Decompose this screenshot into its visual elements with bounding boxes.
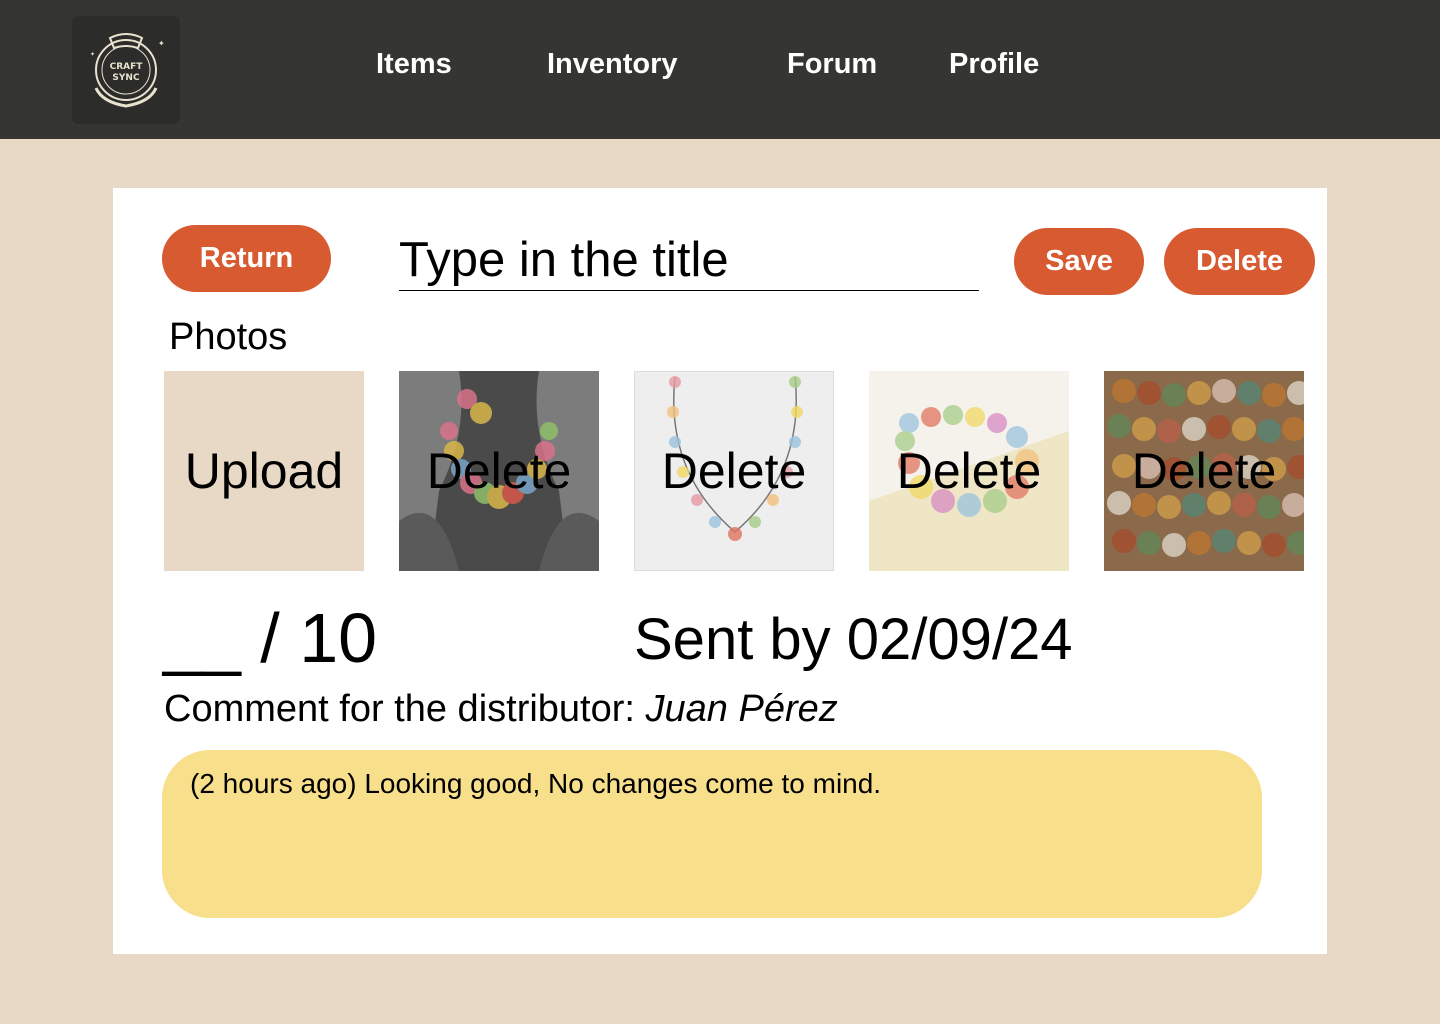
photo-thumbnail-2: Delete bbox=[634, 371, 834, 571]
logo-emblem-icon: CRAFT SYNC ✦ ✦ bbox=[90, 33, 165, 108]
logo-text-line2: SYNC bbox=[112, 73, 140, 83]
top-navigation-bar: CRAFT SYNC ✦ ✦ Items Inventory Forum Pro… bbox=[0, 0, 1440, 139]
photos-heading: Photos bbox=[169, 316, 288, 358]
delete-photo-1-button[interactable]: Delete bbox=[427, 442, 572, 500]
svg-text:✦: ✦ bbox=[158, 39, 165, 48]
comment-heading: Comment for the distributor: Juan Pérez bbox=[164, 688, 838, 731]
craft-sync-logo[interactable]: CRAFT SYNC ✦ ✦ bbox=[72, 16, 180, 124]
title-input[interactable] bbox=[399, 230, 979, 291]
nav-inventory[interactable]: Inventory bbox=[547, 48, 678, 81]
comment-author: Juan Pérez bbox=[645, 688, 838, 730]
delete-photo-3-button[interactable]: Delete bbox=[897, 442, 1042, 500]
comment-label-text: Comment for the distributor: bbox=[164, 688, 635, 730]
upload-label: Upload bbox=[184, 443, 344, 499]
upload-photo-button[interactable]: Upload bbox=[164, 371, 364, 571]
comment-text: (2 hours ago) Looking good, No changes c… bbox=[190, 768, 882, 799]
return-button[interactable]: Return bbox=[162, 225, 331, 292]
item-editor-card: Return Save Delete Photos Upload bbox=[113, 188, 1327, 954]
photo-thumbnail-3: Delete bbox=[869, 371, 1069, 571]
delete-item-button[interactable]: Delete bbox=[1164, 228, 1315, 295]
comment-box[interactable]: (2 hours ago) Looking good, No changes c… bbox=[162, 750, 1262, 918]
nav-items[interactable]: Items bbox=[376, 48, 452, 81]
logo-text-line1: CRAFT bbox=[110, 62, 144, 72]
delete-photo-4-button[interactable]: Delete bbox=[1132, 442, 1277, 500]
nav-forum[interactable]: Forum bbox=[787, 48, 877, 81]
photo-thumbnail-1: Delete bbox=[399, 371, 599, 571]
rating-score[interactable]: __ / 10 bbox=[163, 598, 377, 678]
sent-by-date: Sent by 02/09/24 bbox=[634, 607, 1073, 672]
nav-profile[interactable]: Profile bbox=[949, 48, 1039, 81]
delete-photo-2-button[interactable]: Delete bbox=[662, 442, 807, 500]
svg-text:✦: ✦ bbox=[90, 51, 95, 58]
photo-thumbnail-4: Delete bbox=[1104, 371, 1304, 571]
save-button[interactable]: Save bbox=[1014, 228, 1144, 295]
